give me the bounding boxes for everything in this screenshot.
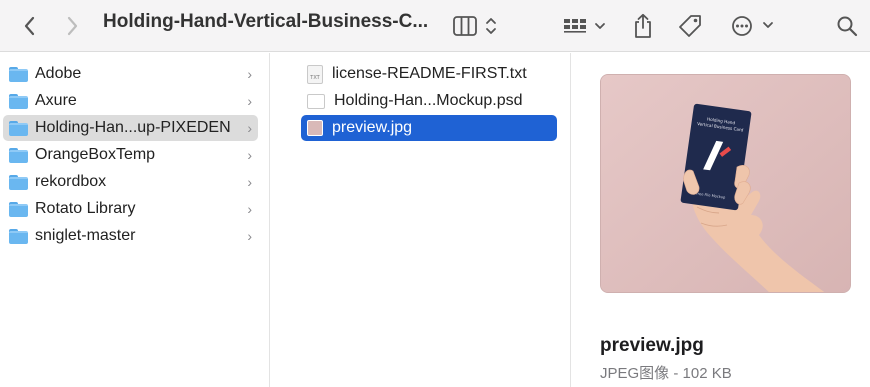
psd-file-icon	[307, 93, 325, 109]
forward-button[interactable]	[58, 0, 86, 52]
window-title: Holding-Hand-Vertical-Business-C...	[103, 11, 429, 32]
list-item[interactable]: Holding-Han...Mockup.psd	[301, 88, 557, 114]
list-item[interactable]: TXT license-README-FIRST.txt	[301, 61, 557, 87]
folder-label: Holding-Han...up-PIXEDEN	[35, 119, 231, 136]
search-button[interactable]	[832, 0, 862, 52]
chevron-right-icon: ›	[247, 66, 252, 82]
search-icon	[837, 16, 858, 37]
list-item[interactable]: Axure ›	[3, 88, 258, 114]
folder-label: Adobe	[35, 65, 82, 82]
image-preview[interactable]: Holding Hand Vertical Business Card Free…	[600, 74, 851, 293]
share-button[interactable]	[628, 0, 658, 52]
folder-label: rekordbox	[35, 173, 107, 190]
folder-label: sniglet-master	[35, 227, 136, 244]
chevron-right-icon: ›	[247, 174, 252, 190]
chevron-right-icon: ›	[247, 120, 252, 136]
folder-icon	[9, 93, 28, 109]
columns-view-icon	[453, 16, 496, 36]
list-item[interactable]: sniglet-master ›	[3, 223, 258, 249]
ellipsis-circle-icon	[732, 16, 773, 36]
file-label: preview.jpg	[332, 119, 413, 136]
list-item[interactable]: rekordbox ›	[3, 169, 258, 195]
folder-icon	[9, 147, 28, 163]
folder-icon	[9, 201, 28, 217]
chevron-right-icon: ›	[247, 147, 252, 163]
back-button[interactable]	[16, 0, 44, 52]
view-mode-button[interactable]	[450, 0, 502, 52]
folder-icon	[9, 66, 28, 82]
file-column: TXT license-README-FIRST.txt Holding-Han…	[271, 53, 571, 387]
chevron-right-icon: ›	[247, 228, 252, 244]
hand-card-image: Holding Hand Vertical Business Card Free…	[601, 75, 850, 292]
folder-label: Rotato Library	[35, 200, 136, 217]
folder-label: Axure	[35, 92, 77, 109]
chevron-right-icon	[67, 16, 78, 36]
preview-filename: preview.jpg	[600, 335, 704, 356]
file-label: license-README-FIRST.txt	[332, 65, 527, 82]
list-item[interactable]: OrangeBoxTemp ›	[3, 142, 258, 168]
tag-button[interactable]	[676, 0, 706, 52]
toolbar: Holding-Hand-Vertical-Business-C...	[0, 0, 870, 52]
folder-label: OrangeBoxTemp	[35, 146, 156, 163]
list-item[interactable]: Rotato Library ›	[3, 196, 258, 222]
grid-group-icon	[564, 19, 605, 33]
share-icon	[635, 13, 651, 38]
group-button[interactable]	[560, 0, 608, 52]
image-file-icon	[307, 120, 323, 136]
folder-column: Adobe › Axure › Holding-Han...up-PIXEDEN…	[0, 53, 270, 387]
folder-icon	[9, 228, 28, 244]
file-label: Holding-Han...Mockup.psd	[334, 92, 523, 109]
text-file-icon: TXT	[307, 64, 323, 84]
list-item[interactable]: Adobe ›	[3, 61, 258, 87]
tag-icon	[679, 15, 701, 37]
folder-icon	[9, 120, 28, 136]
preview-file-info: JPEG图像 - 102 KB	[600, 365, 732, 382]
preview-pane: Holding Hand Vertical Business Card Free…	[572, 53, 870, 387]
more-actions-button[interactable]	[728, 0, 776, 52]
chevron-left-icon	[24, 16, 35, 36]
list-item-selected[interactable]: preview.jpg	[301, 115, 557, 141]
folder-icon	[9, 174, 28, 190]
chevron-right-icon: ›	[247, 93, 252, 109]
chevron-right-icon: ›	[247, 201, 252, 217]
list-item-selected[interactable]: Holding-Han...up-PIXEDEN ›	[3, 115, 258, 141]
